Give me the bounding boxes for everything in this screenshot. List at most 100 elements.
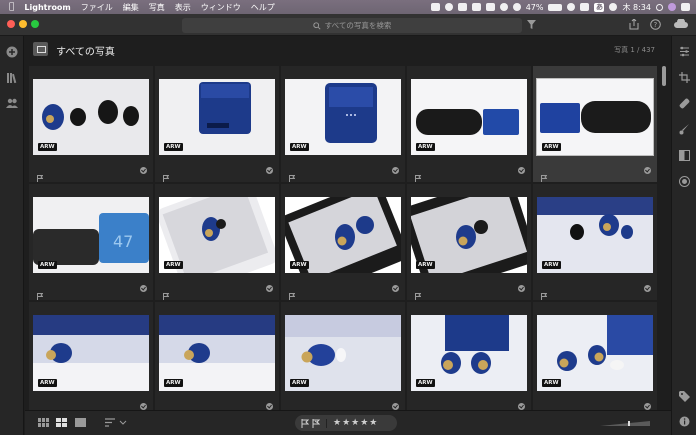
flag-icon[interactable]	[37, 285, 44, 300]
flag-icon[interactable]	[289, 167, 296, 182]
photo-thumbnail[interactable]: ARW	[285, 197, 401, 273]
photo-cell[interactable]: ARW	[533, 66, 657, 182]
photo-thumbnail[interactable]: ARW	[285, 79, 401, 155]
menubar-clock[interactable]: 木 8:34	[622, 2, 651, 13]
apple-menu-icon[interactable]: 	[0, 2, 19, 12]
info-icon[interactable]	[679, 416, 690, 427]
menu-edit[interactable]: 編集	[118, 2, 144, 13]
photo-thumbnail[interactable]: ARW	[159, 315, 275, 391]
help-icon[interactable]: ?	[650, 19, 661, 30]
wifi-icon[interactable]	[567, 3, 576, 11]
menu-app-name[interactable]: Lightroom	[19, 3, 75, 12]
reject-flag-icon[interactable]	[312, 418, 320, 428]
edit-sliders-icon[interactable]	[679, 46, 690, 57]
scroll-thumb[interactable]	[662, 66, 666, 86]
star-rating[interactable]: ★★★★★	[327, 418, 378, 428]
flag-icon[interactable]	[163, 167, 170, 182]
pick-flag-icon[interactable]	[301, 418, 309, 428]
flag-icon[interactable]	[415, 403, 421, 409]
flag-icon[interactable]	[541, 167, 548, 182]
status-volume-icon[interactable]	[512, 3, 521, 11]
filter-icon[interactable]	[527, 20, 536, 29]
photo-cell[interactable]: ARW	[281, 184, 405, 300]
photo-thumbnail[interactable]: ARW	[285, 315, 401, 391]
photo-cell[interactable]: ARW	[533, 184, 657, 300]
brush-icon[interactable]	[679, 124, 690, 135]
flag-icon[interactable]	[415, 285, 422, 300]
flag-icon[interactable]	[163, 403, 169, 409]
photo-cell[interactable]: ARW	[281, 302, 405, 410]
flag-icon[interactable]	[37, 167, 44, 182]
linear-gradient-icon[interactable]	[679, 150, 690, 161]
photo-thumbnail[interactable]: ARW	[411, 79, 527, 155]
flag-icon[interactable]	[415, 167, 422, 182]
photo-cell[interactable]: ARW	[29, 66, 153, 182]
cloud-sync-icon[interactable]	[674, 19, 688, 29]
flag-icon[interactable]	[541, 403, 547, 409]
share-icon[interactable]	[629, 19, 639, 30]
photo-cell[interactable]: ARW	[281, 66, 405, 182]
album-icon[interactable]	[33, 42, 48, 56]
library-icon[interactable]	[6, 72, 18, 84]
photo-thumbnail[interactable]: ARW	[159, 197, 275, 273]
photo-cell[interactable]: ARW	[155, 302, 279, 410]
healing-icon[interactable]	[679, 98, 690, 109]
status-usb-icon[interactable]	[430, 3, 440, 11]
minimize-window-button[interactable]	[19, 20, 27, 28]
photo-cell[interactable]: ARW	[533, 302, 657, 410]
flag-icon[interactable]	[37, 403, 43, 409]
input-method-icon[interactable]: あ	[594, 2, 605, 12]
detail-view-icon[interactable]	[75, 418, 86, 427]
menu-help[interactable]: ヘルプ	[246, 2, 280, 13]
flag-icon[interactable]	[541, 285, 548, 300]
close-window-button[interactable]	[7, 20, 15, 28]
control-center-icon[interactable]	[681, 3, 690, 11]
siri-icon[interactable]	[668, 3, 676, 11]
photo-thumbnail[interactable]: ARW	[537, 197, 653, 273]
people-icon[interactable]	[6, 97, 18, 109]
thumbnail-size-slider[interactable]	[600, 421, 650, 426]
photo-thumbnail[interactable]: ARW	[537, 315, 653, 391]
battery-percent[interactable]: 47%	[526, 3, 544, 12]
photo-cell[interactable]: 47 ARW	[29, 184, 153, 300]
photo-cell[interactable]: ARW	[29, 302, 153, 410]
photo-thumbnail[interactable]: ARW	[411, 197, 527, 273]
photo-thumbnail[interactable]: ARW	[536, 78, 654, 156]
status-shield-icon[interactable]	[457, 3, 467, 11]
status-doc-icon[interactable]	[485, 3, 495, 11]
status-bluetooth-icon[interactable]	[499, 3, 508, 11]
spotlight-icon[interactable]	[656, 3, 663, 11]
status-clipboard-icon[interactable]	[471, 3, 481, 11]
flag-icon[interactable]	[289, 403, 295, 409]
menu-window[interactable]: ウィンドウ	[196, 2, 246, 13]
menu-file[interactable]: ファイル	[76, 2, 118, 13]
sort-icon[interactable]	[105, 418, 127, 427]
photo-thumbnail[interactable]: ARW	[33, 315, 149, 391]
flag-icon[interactable]	[289, 285, 296, 300]
crop-icon[interactable]	[679, 72, 690, 83]
status-cloud-icon[interactable]	[444, 3, 453, 11]
flag-icon[interactable]	[163, 285, 170, 300]
photo-thumbnail[interactable]: ARW	[411, 315, 527, 391]
user-icon[interactable]	[609, 3, 618, 11]
radial-gradient-icon[interactable]	[679, 176, 690, 187]
zoom-window-button[interactable]	[31, 20, 39, 28]
photo-cell[interactable]: ARW	[155, 184, 279, 300]
photo-cell[interactable]: ARW	[155, 66, 279, 182]
photo-cell[interactable]: ARW	[407, 184, 531, 300]
photo-cell[interactable]: ARW	[407, 66, 531, 182]
menu-photo[interactable]: 写真	[144, 2, 170, 13]
grid-scrollbar[interactable]	[661, 64, 667, 410]
photo-thumbnail[interactable]: 47 ARW	[33, 197, 149, 273]
keyword-tag-icon[interactable]	[679, 391, 690, 402]
photo-thumbnail[interactable]: ARW	[159, 79, 275, 155]
battery-icon[interactable]	[548, 3, 563, 11]
grid-small-view-icon[interactable]	[38, 418, 49, 427]
search-input[interactable]: すべての写真を検索	[182, 18, 522, 33]
menu-view[interactable]: 表示	[170, 2, 196, 13]
calendar-icon[interactable]	[580, 3, 590, 11]
add-photos-icon[interactable]	[6, 46, 18, 58]
photo-thumbnail[interactable]: ARW	[33, 79, 149, 155]
photo-cell[interactable]: ARW	[407, 302, 531, 410]
grid-large-view-icon[interactable]	[56, 418, 67, 427]
